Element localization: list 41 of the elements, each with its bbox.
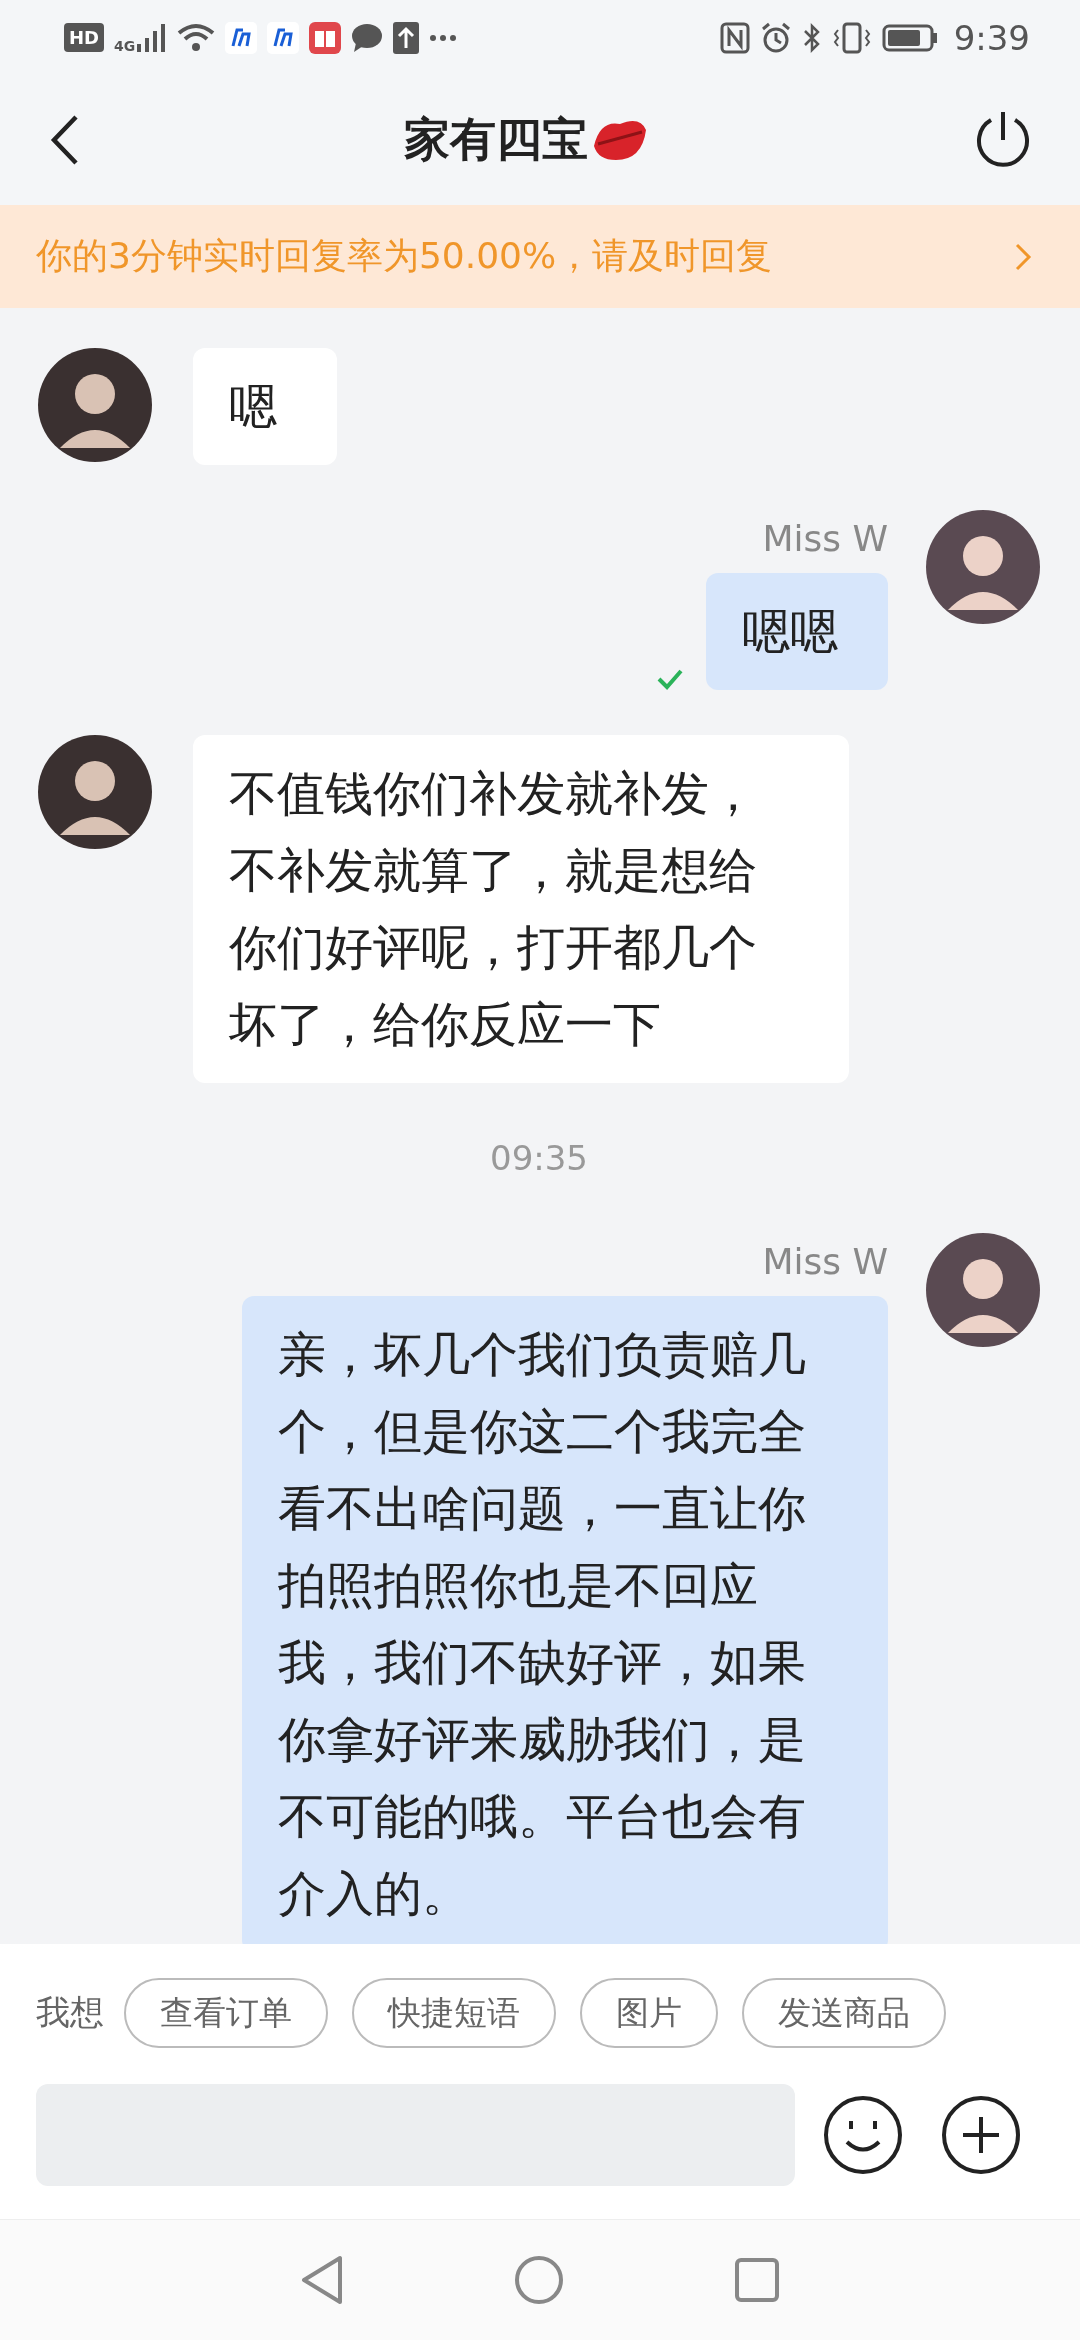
sender-name: Miss W (762, 518, 888, 559)
message-bubble: 亲，坏几个我们负责赔几个，但是你这二个我完全看不出啥问题，一直让你拍照拍照你也是不回应我，我们不缺好评，如果你拿好评来威胁我们，是不可能的哦。平台也会有介入的。 (242, 1296, 888, 1944)
alarm-icon (759, 21, 792, 54)
network-type: 4G (114, 37, 136, 54)
message-bubble: 不值钱你们补发就补发，不补发就算了，就是想给你们好评呢，打开都几个坏了，给你反应一下 (193, 735, 849, 1083)
back-icon[interactable] (50, 114, 80, 166)
avatar[interactable] (38, 735, 152, 849)
message-timestamp: 09:35 (490, 1138, 588, 1178)
recents-nav-icon[interactable] (734, 2257, 780, 2303)
message-bubble: 嗯 (193, 348, 337, 465)
message-bubble: 嗯嗯 (706, 573, 888, 690)
emoji-icon[interactable] (823, 2095, 903, 2175)
hd-badge: HD (64, 23, 104, 52)
quick-action-chip[interactable]: 发送商品 (742, 1978, 946, 2048)
vibrate-icon (831, 21, 872, 54)
avatar[interactable] (926, 510, 1040, 624)
avatar[interactable] (38, 348, 152, 462)
nfc-icon (719, 21, 750, 54)
more-dots-icon (429, 33, 458, 42)
wifi-icon (177, 22, 216, 53)
quick-action-chip[interactable]: 查看订单 (124, 1978, 328, 2048)
clock-time: 9:39 (953, 17, 1030, 58)
chat-bubble-icon (351, 22, 384, 53)
avatar[interactable] (926, 1233, 1040, 1347)
book-icon (309, 21, 342, 54)
quick-actions-label: 我想 (36, 1991, 104, 2034)
app-notification-icon (267, 21, 300, 54)
quick-action-chip[interactable]: 图片 (580, 1978, 718, 2048)
battery-icon (881, 23, 938, 52)
bluetooth-icon (801, 21, 822, 54)
quick-action-chip[interactable]: 快捷短语 (352, 1978, 556, 2048)
plus-icon[interactable] (941, 2095, 1021, 2175)
chevron-right-icon (1014, 241, 1032, 272)
upload-icon (393, 21, 420, 54)
chat-title: 家有四宝 (404, 111, 588, 168)
sender-name: Miss W (762, 1241, 888, 1282)
signal-icon (137, 23, 168, 52)
back-nav-icon[interactable] (300, 2254, 344, 2306)
home-nav-icon[interactable] (514, 2255, 564, 2305)
reply-rate-notice: 你的3分钟实时回复率为50.00%，请及时回复 (36, 234, 773, 278)
app-notification-icon (225, 21, 258, 54)
